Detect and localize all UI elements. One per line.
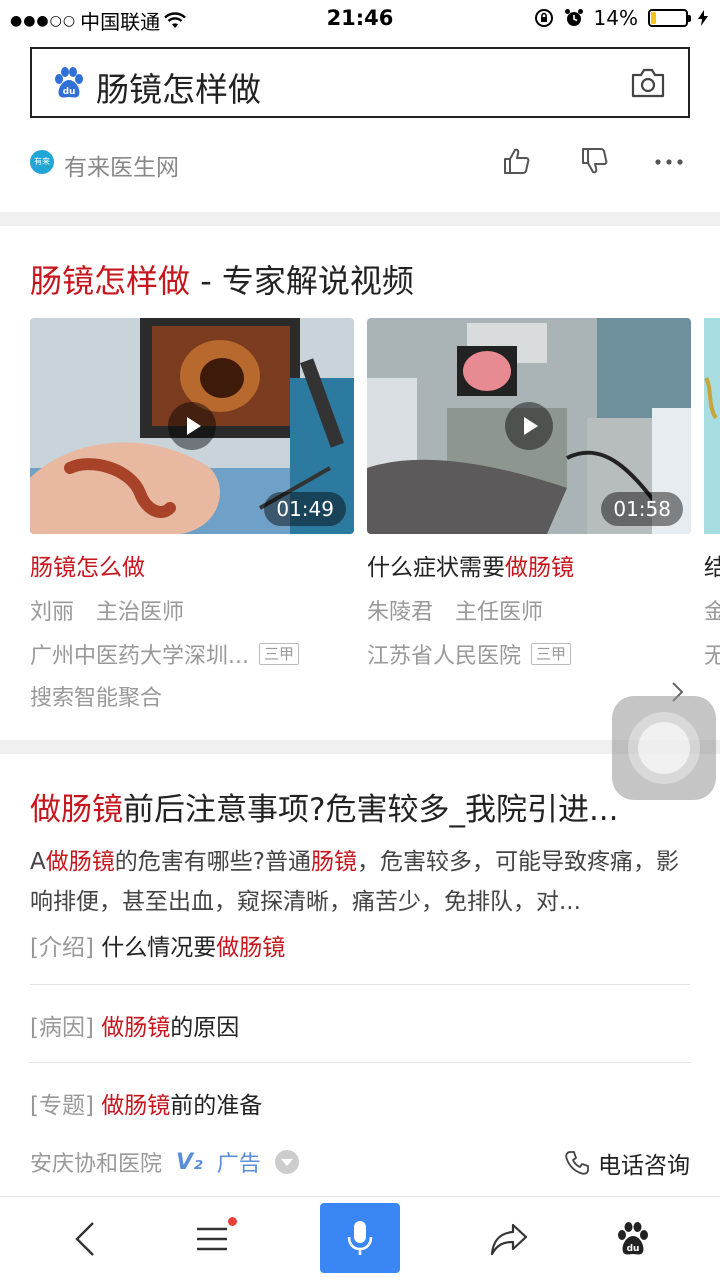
battery-fill (651, 12, 656, 24)
back-button[interactable] (50, 1197, 120, 1280)
video-card-partial[interactable]: 结 金 无 (704, 318, 720, 718)
video-doctor: 刘丽 主治医师 (30, 600, 185, 625)
baidu-paw-logo-icon: du (55, 67, 83, 98)
rotation-lock-icon (534, 9, 553, 27)
video-thumbnail[interactable]: 01:58 (367, 318, 691, 534)
phone-consult-button[interactable]: 电话咨询 (564, 1146, 690, 1180)
video-title-plain: 什么症状需要 (367, 555, 505, 581)
assistive-touch-center (638, 722, 690, 774)
ad-label: 广告 (216, 1152, 261, 1177)
video-section-title-rest: - 专家解说视频 (190, 262, 414, 300)
ad-options-dropdown-icon[interactable] (274, 1150, 299, 1174)
video-title-highlight: 做肠镜 (505, 555, 574, 581)
source-logo: 有来 (30, 150, 54, 174)
battery-icon (648, 9, 691, 27)
sublink-category: [病因] (30, 1015, 94, 1041)
search-query-text[interactable]: 肠镜怎样做 (96, 63, 261, 111)
baidu-logo-text: du (63, 87, 76, 97)
microphone-icon (347, 1221, 373, 1255)
video-title[interactable]: 什么症状需要做肠镜 (367, 548, 691, 582)
status-bar: ●●●○○ 中国联通 21:46 14% (0, 0, 720, 36)
share-button[interactable] (474, 1197, 544, 1280)
video-duration: 01:49 (264, 492, 346, 526)
play-icon[interactable] (168, 402, 216, 450)
alarm-icon (564, 9, 583, 26)
video-duration: 01:58 (601, 492, 683, 526)
bottom-toolbar: du (0, 1196, 720, 1280)
video-thumbnail[interactable]: 01:49 (30, 318, 354, 534)
video-card[interactable]: 01:58 什么症状需要做肠镜 朱陵君 主任医师 江苏省人民医院 三甲 (367, 318, 691, 670)
video-hospital: 广州中医药大学深圳... (30, 644, 249, 669)
ad-footer: 安庆协和医院 V₂ 广告 (30, 1146, 299, 1178)
source-name[interactable]: 有来医生网 (64, 148, 179, 182)
advertiser-name[interactable]: 安庆协和医院 (30, 1146, 162, 1178)
result-snippet: A做肠镜的危害有哪些?普通肠镜，危害较多，可能导致疼痛，影响排便，甚至出血，窥探… (30, 842, 690, 922)
video-hospital-row: 江苏省人民医院 三甲 (367, 638, 691, 670)
result-title[interactable]: 做肠镜前后注意事项?危害较多_我院引进... (30, 784, 619, 829)
status-right-group: 14% (534, 6, 708, 30)
sublink-intro[interactable]: [介绍] 什么情况要做肠镜 (30, 928, 285, 962)
share-icon (490, 1223, 528, 1256)
video-thumbnail[interactable] (704, 318, 720, 534)
search-box[interactable]: du 肠镜怎样做 (30, 47, 690, 118)
section-divider (0, 212, 720, 226)
video-title[interactable]: 肠镜怎么做 (30, 548, 354, 582)
voice-search-button[interactable] (320, 1203, 400, 1273)
hospital-grade-badge: 三甲 (531, 643, 572, 665)
snippet-highlight: 做肠镜 (45, 849, 115, 875)
sublink-highlight: 做肠镜 (101, 1093, 171, 1119)
result-title-rest: 前后注意事项?危害较多_我院引进... (123, 792, 619, 828)
video-hospital: 江苏省人民医院 (367, 644, 522, 669)
aggregate-label[interactable]: 搜索智能聚合 (30, 680, 162, 712)
video-hospital: 无 (704, 644, 720, 669)
phone-icon (565, 1151, 589, 1175)
baidu-paw-icon: du (618, 1222, 648, 1255)
more-options-icon[interactable] (654, 158, 684, 166)
sublink-category: [介绍] (30, 935, 94, 961)
video-title: 结 (704, 555, 720, 581)
result-title-highlight: 做肠镜 (30, 792, 123, 828)
snippet-text: A (30, 849, 46, 875)
sublink-highlight: 做肠镜 (101, 1015, 171, 1041)
video-section-title[interactable]: 肠镜怎样做 - 专家解说视频 (30, 256, 414, 302)
menu-button[interactable] (176, 1197, 248, 1280)
divider (30, 984, 690, 985)
snippet-highlight: 肠镜 (310, 849, 357, 875)
menu-icon (197, 1227, 227, 1251)
divider (30, 1062, 690, 1063)
video-doctor: 朱陵君 主任医师 (367, 600, 544, 625)
sublink-cause[interactable]: [病因] 做肠镜的原因 (30, 1008, 239, 1042)
sublink-highlight: 做肠镜 (216, 935, 286, 961)
sublink-category: [专题] (30, 1093, 94, 1119)
video-hospital-row: 广州中医药大学深圳... 三甲 (30, 638, 354, 670)
battery-percent: 14% (593, 6, 638, 30)
assistive-touch-button[interactable] (612, 696, 716, 800)
baidu-home-button[interactable]: du (598, 1197, 668, 1280)
back-arrow-icon (75, 1222, 94, 1256)
sublink-topic[interactable]: [专题] 做肠镜前的准备 (30, 1086, 262, 1120)
verified-badge: V₂ (176, 1149, 203, 1175)
video-card[interactable]: 01:49 肠镜怎么做 刘丽 主治医师 广州中医药大学深圳... 三甲 (30, 318, 354, 670)
camera-icon[interactable] (630, 67, 666, 99)
play-icon[interactable] (505, 402, 553, 450)
thumbs-up-icon[interactable] (502, 146, 532, 176)
video-doctor: 金 (704, 600, 720, 625)
video-thumbnail-image (704, 318, 720, 534)
charging-bolt-icon (698, 10, 708, 26)
thumbs-down-icon[interactable] (580, 146, 610, 176)
sublink-text: 的原因 (170, 1015, 240, 1041)
sublink-text: 什么情况要 (93, 935, 217, 961)
hospital-grade-badge: 三甲 (258, 643, 299, 665)
video-section-title-highlight: 肠镜怎样做 (30, 262, 191, 300)
snippet-text: 的危害有哪些?普通 (114, 849, 311, 875)
baidu-paw-text: du (627, 1244, 640, 1254)
video-title-highlight: 肠镜怎么做 (30, 555, 145, 581)
phone-consult-label: 电话咨询 (598, 1153, 690, 1179)
sublink-text: 前的准备 (170, 1093, 263, 1119)
notification-dot (228, 1217, 237, 1226)
